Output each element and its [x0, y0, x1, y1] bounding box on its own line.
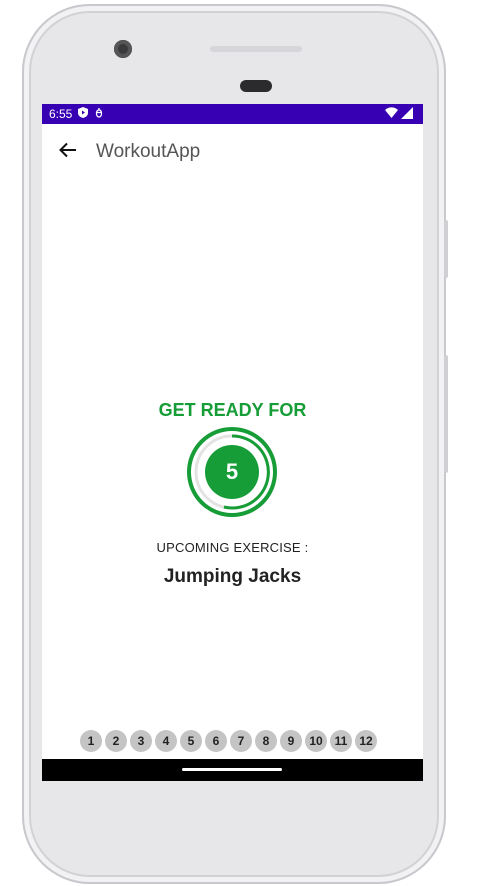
- wifi-icon: [385, 107, 398, 122]
- exercise-step-item: 8: [255, 730, 277, 752]
- back-button[interactable]: [42, 142, 94, 163]
- status-bar: 6:55: [42, 104, 423, 124]
- earpiece: [210, 46, 302, 52]
- exercise-step-item: 1: [80, 730, 102, 752]
- navigation-bar: [42, 759, 423, 781]
- play-protect-icon: [78, 107, 89, 121]
- upcoming-exercise-name: Jumping Jacks: [163, 566, 302, 587]
- volume-button: [444, 220, 448, 278]
- status-time: 6:55: [49, 107, 73, 121]
- exercise-step-item: 9: [280, 730, 302, 752]
- exercise-progress: 1 2 3 4 5 6 7 8 9 10 11 12: [80, 730, 377, 752]
- exercise-step-item: 11: [330, 730, 352, 752]
- exercise-step-item: 7: [230, 730, 252, 752]
- countdown-value: 5: [225, 459, 239, 484]
- exercise-step-item: 10: [305, 730, 327, 752]
- exercise-step-item: 5: [180, 730, 202, 752]
- signal-icon: [401, 107, 413, 122]
- proximity-sensor: [240, 80, 272, 92]
- arrow-left-icon: [59, 142, 77, 163]
- power-button: [444, 355, 448, 473]
- exercise-step-item: 2: [105, 730, 127, 752]
- app-title: WorkoutApp: [96, 141, 201, 162]
- debug-icon: [94, 107, 104, 121]
- front-camera: [114, 40, 132, 58]
- home-indicator[interactable]: [182, 768, 282, 771]
- countdown-timer: 5: [186, 426, 278, 518]
- upcoming-exercise-label: UPCOMING EXERCISE :: [156, 540, 309, 555]
- app-bar: WorkoutApp: [42, 124, 423, 180]
- exercise-step-item: 12: [355, 730, 377, 752]
- exercise-step-item: 6: [205, 730, 227, 752]
- exercise-step-item: 4: [155, 730, 177, 752]
- get-ready-heading: GET READY FOR: [158, 400, 307, 420]
- exercise-step-item: 3: [130, 730, 152, 752]
- app-screen: 6:55 WorkoutApp GET READY FOR 5 UPCOMING…: [42, 104, 423, 781]
